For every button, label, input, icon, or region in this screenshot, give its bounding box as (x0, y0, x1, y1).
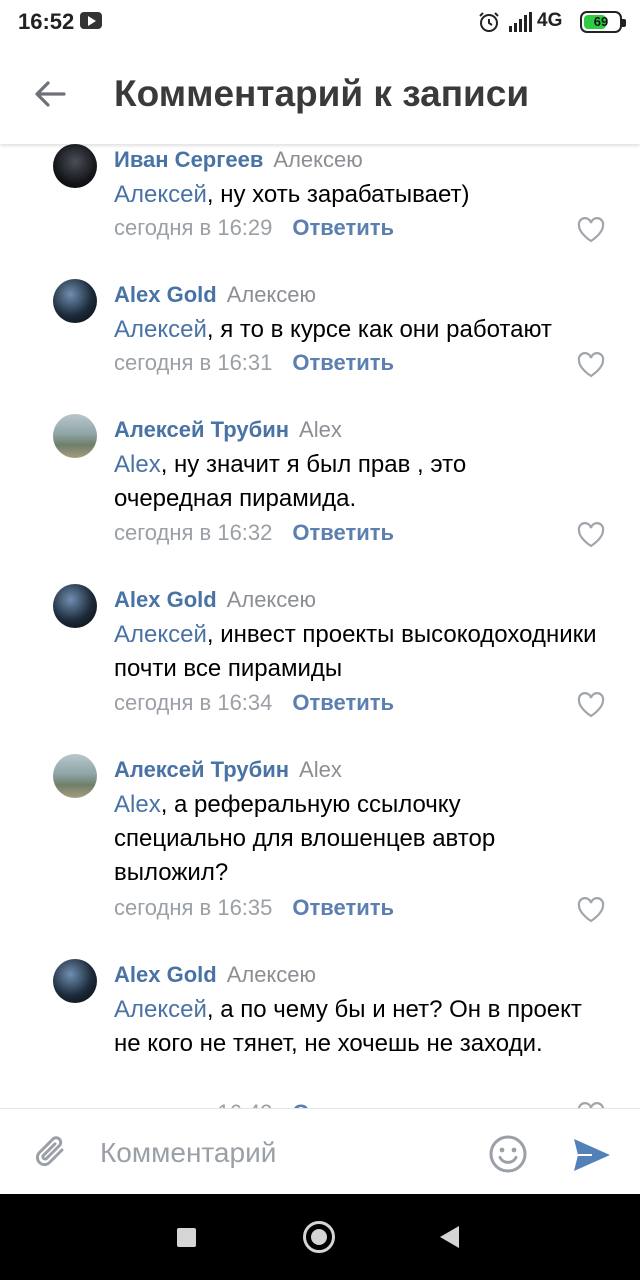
comment-author[interactable]: Алексей Трубин (114, 417, 289, 442)
battery-percent: 69 (593, 14, 609, 29)
comment-author[interactable]: Alex Gold (114, 282, 217, 307)
comment-mention[interactable]: Алексей (114, 621, 207, 648)
comment-header: Алексей Трубин Alex (114, 414, 342, 446)
comment-time: сегодня в 16:31 (114, 350, 273, 375)
comment-time: сегодня в 16:32 (114, 520, 273, 545)
comment-item: Alex Gold Алексею Алексей, я то в курсе к… (0, 279, 640, 399)
comment-meta: сегодня в 16:42 Ответить (114, 1097, 394, 1108)
comment-item: Alex Gold Алексею Алексей, а по чему бы и… (0, 959, 640, 1108)
home-button[interactable] (303, 1221, 335, 1253)
comment-author[interactable]: Alex Gold (114, 587, 217, 612)
reply-button[interactable]: Ответить (292, 215, 394, 240)
comment-reply-to: Алексею (226, 962, 317, 987)
comment-author[interactable]: Иван Сергеев (114, 147, 263, 172)
reply-button[interactable]: Ответить (292, 895, 394, 920)
comment-item: Алексей Трубин Alex Alex, ну значит я был… (0, 414, 640, 568)
signal-icon (509, 12, 532, 32)
avatar[interactable] (53, 754, 97, 798)
back-button[interactable] (440, 1226, 459, 1248)
heart-icon[interactable] (577, 352, 605, 378)
comment-body: , а реферальную ссылочку специально для … (114, 791, 496, 886)
comment-meta: сегодня в 16:32 Ответить (114, 517, 394, 549)
comment-time: сегодня в 16:29 (114, 215, 273, 240)
arrow-left-icon[interactable] (30, 74, 70, 114)
comment-item: Иван Сергеев Алексею Алексей, ну хоть зар… (0, 144, 640, 264)
comment-meta: сегодня в 16:29 Ответить (114, 212, 394, 244)
heart-icon[interactable] (577, 897, 605, 923)
smiley-icon[interactable] (488, 1134, 528, 1174)
avatar[interactable] (53, 279, 97, 323)
avatar[interactable] (53, 414, 97, 458)
comment-header: Alex Gold Алексею (114, 279, 316, 311)
comment-mention[interactable]: Алексей (114, 996, 207, 1023)
comment-mention[interactable]: Alex (114, 451, 161, 478)
comment-reply-to: Alex (299, 757, 342, 782)
comment-body: , я то в курсе как они работают (206, 316, 552, 343)
comment-text: Алексей, а по чему бы и нет? Он в проект… (114, 993, 594, 1061)
avatar[interactable] (53, 959, 97, 1003)
recent-apps-button[interactable] (177, 1228, 196, 1247)
reply-button[interactable]: Ответить (292, 690, 394, 715)
comment-text: Alex, а реферальную ссылочку специально … (114, 788, 554, 890)
heart-icon[interactable] (577, 692, 605, 718)
status-bar: 16:52 4G 69 (0, 0, 640, 44)
comment-text: Алексей, инвест проекты высокодоходники … (114, 618, 624, 686)
comment-composer (0, 1108, 640, 1194)
alarm-icon (479, 12, 499, 32)
avatar[interactable] (53, 584, 97, 628)
comment-header: Alex Gold Алексею (114, 584, 316, 616)
comment-meta: сегодня в 16:35 Ответить (114, 892, 394, 924)
heart-icon[interactable] (577, 217, 605, 243)
comment-text: Алексей, я то в курсе как они работают (114, 313, 624, 347)
network-type: 4G (537, 10, 563, 31)
page-title: Комментарий к записи (114, 73, 530, 114)
comment-text: Алексей, ну хоть зарабатывает) (114, 178, 624, 212)
youtube-notification-icon (80, 12, 102, 29)
comment-body: , ну хоть зарабатывает) (206, 181, 470, 208)
comment-text: Alex, ну значит я был прав , это очередн… (114, 448, 534, 516)
send-arrow-icon[interactable] (572, 1137, 612, 1173)
comments-feed[interactable]: Иван Сергеев Алексею Алексей, ну хоть зар… (0, 144, 640, 1108)
reply-button[interactable]: Ответить (292, 350, 394, 375)
status-time: 16:52 (18, 9, 75, 34)
comment-reply-to: Алексею (273, 147, 363, 172)
comment-header: Иван Сергеев Алексею (114, 144, 363, 176)
comment-mention[interactable]: Alex (114, 791, 161, 818)
battery-icon: 69 (580, 11, 626, 33)
comment-time: сегодня в 16:34 (114, 690, 273, 715)
comment-header: Alex Gold Алексею (114, 959, 316, 991)
comment-meta: сегодня в 16:31 Ответить (114, 347, 394, 379)
comment-item: Алексей Трубин Alex Alex, а реферальную с… (0, 754, 640, 942)
reply-button[interactable]: Ответить (292, 520, 394, 545)
comment-time: сегодня в 16:35 (114, 895, 273, 920)
comment-time: сегодня в 16:42 (114, 1100, 272, 1108)
comment-body: , ну значит я был прав , это очередная п… (114, 451, 467, 512)
comment-header: Алексей Трубин Alex (114, 754, 342, 786)
comment-author[interactable]: Алексей Трубин (114, 757, 289, 782)
comment-reply-to: Алексею (226, 282, 317, 307)
app-header: Комментарий к записи (0, 44, 640, 144)
reply-button[interactable]: Ответить (292, 1100, 394, 1108)
comment-item: Alex Gold Алексею Алексей, инвест проекты… (0, 584, 640, 738)
heart-icon[interactable] (577, 522, 605, 548)
comment-input[interactable] (100, 1129, 470, 1177)
comment-author[interactable]: Alex Gold (114, 962, 217, 987)
comment-meta: сегодня в 16:34 Ответить (114, 687, 394, 719)
paperclip-icon[interactable] (32, 1133, 70, 1173)
battery-tip (622, 19, 626, 27)
comment-mention[interactable]: Алексей (114, 181, 207, 208)
comment-mention[interactable]: Алексей (114, 316, 207, 343)
system-nav-bar (0, 1194, 640, 1280)
comment-reply-to: Алексею (226, 587, 317, 612)
comment-reply-to: Alex (299, 417, 342, 442)
avatar[interactable] (53, 144, 97, 188)
